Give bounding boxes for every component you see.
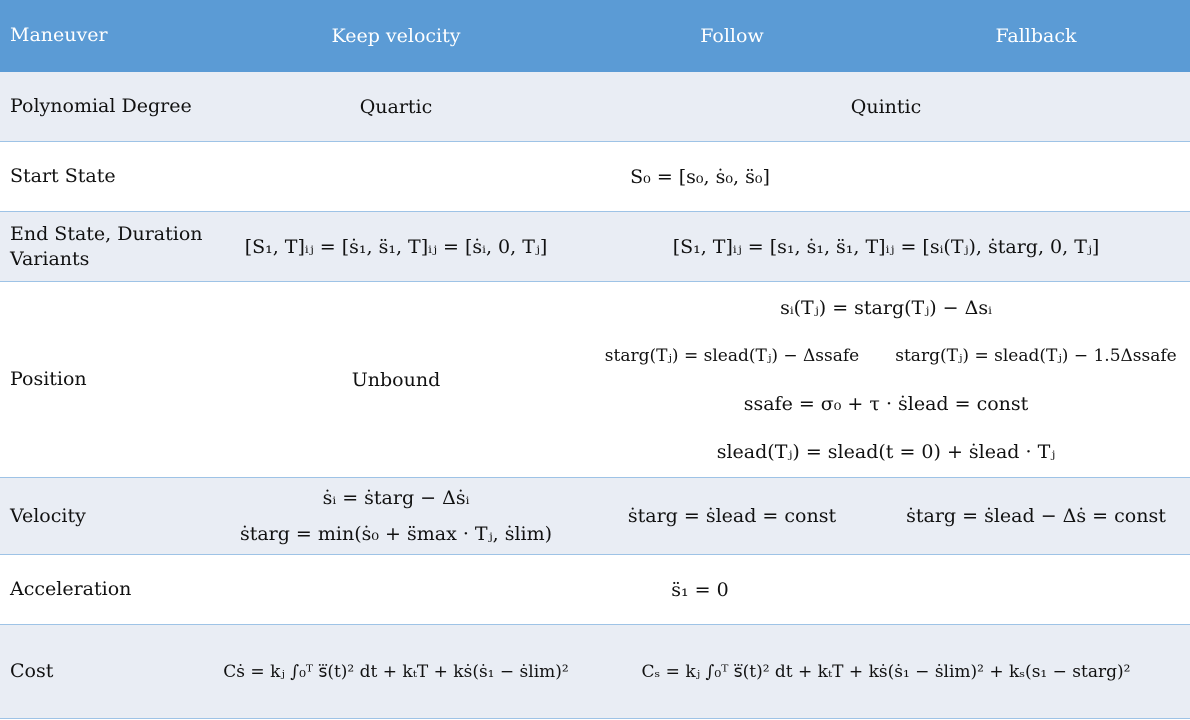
table-row-cost: Cost Cṡ = kⱼ ∫₀ᵀ s⃛(t)² dt + kₜT + kṡ(ṡ₁… [0, 625, 1190, 719]
position-follow-formula: starg(Tⱼ) = slead(Tⱼ) − Δssafe [604, 346, 860, 366]
table-row-end-state: End State, Duration Variants [S₁, T]ᵢⱼ =… [0, 212, 1190, 282]
velocity-fallback-formula: ṡtarg = ṡlead − Δṡ = const [906, 505, 1166, 527]
table-row-acceleration: Acceleration s̈₁ = 0 [0, 555, 1190, 625]
position-formula-line1: sᵢ(Tⱼ) = starg(Tⱼ) − Δsᵢ [780, 297, 992, 319]
position-formula-line4: slead(Tⱼ) = slead(t = 0) + ṡlead · Tⱼ [716, 441, 1056, 463]
position-formula-line3: ssafe = σ₀ + τ · ṡlead = const [743, 393, 1029, 415]
end-state-follow-fallback-formula: [S₁, T]ᵢⱼ = [s₁, ṡ₁, s̈₁, T]ᵢⱼ = [sᵢ(Tⱼ)… [672, 235, 1100, 258]
velocity-keep-line2: ṡtarg = min(ṡ₀ + s̈max · Tⱼ, ṡlim) [239, 523, 553, 545]
polynomial-degree-label: Polynomial Degree [10, 95, 192, 117]
table-row-position: Position Unbound sᵢ(Tⱼ) = starg(Tⱼ) − Δs… [0, 282, 1190, 478]
cost-label: Cost [10, 660, 54, 682]
start-state-label: Start State [10, 165, 116, 187]
acceleration-formula: s̈₁ = 0 [671, 578, 729, 601]
start-state-formula: S₀ = [s₀, ṡ₀, s̈₀] [630, 165, 770, 188]
position-fallback-formula: starg(Tⱼ) = slead(Tⱼ) − 1.5Δssafe [895, 346, 1177, 366]
table-row-polynomial-degree: Polynomial Degree Quartic Quintic [0, 72, 1190, 142]
table-row-velocity: Velocity ṡᵢ = ṡtarg − Δṡᵢ ṡtarg = min(ṡ₀… [0, 478, 1190, 555]
end-state-label: End State, Duration Variants [10, 222, 203, 270]
polynomial-follow-fallback-value: Quintic [850, 95, 922, 118]
header-fallback: Fallback [995, 24, 1077, 47]
position-keep-value: Unbound [351, 368, 441, 391]
header-keep-velocity: Keep velocity [331, 24, 461, 47]
velocity-keep-line1: ṡᵢ = ṡtarg − Δṡᵢ [322, 487, 470, 509]
table-header: Maneuver Keep velocity Follow Fallback [0, 0, 1190, 72]
acceleration-label: Acceleration [10, 578, 132, 600]
maneuver-table: Maneuver Keep velocity Follow Fallback P… [0, 0, 1190, 719]
end-state-keep-formula: [S₁, T]ᵢⱼ = [ṡ₁, s̈₁, T]ᵢⱼ = [ṡᵢ, 0, Tⱼ] [244, 235, 548, 258]
cost-follow-fallback-formula: Cₛ = kⱼ ∫₀ᵀ s⃛(t)² dt + kₜT + kṡ(ṡ₁ − ṡl… [641, 661, 1131, 682]
velocity-follow-formula: ṡtarg = ṡlead = const [627, 505, 837, 527]
velocity-keep-cell: ṡᵢ = ṡtarg − Δṡᵢ ṡtarg = min(ṡ₀ + s̈max … [210, 478, 582, 554]
velocity-label: Velocity [10, 504, 86, 527]
cost-keep-formula: Cṡ = kⱼ ∫₀ᵀ s⃛(t)² dt + kₜT + kṡ(ṡ₁ − ṡl… [223, 661, 569, 682]
table-row-start-state: Start State S₀ = [s₀, ṡ₀, s̈₀] [0, 142, 1190, 212]
position-label: Position [10, 368, 87, 390]
header-maneuver: Maneuver [10, 24, 108, 46]
polynomial-keep-value: Quartic [359, 95, 433, 118]
header-follow: Follow [700, 24, 764, 47]
